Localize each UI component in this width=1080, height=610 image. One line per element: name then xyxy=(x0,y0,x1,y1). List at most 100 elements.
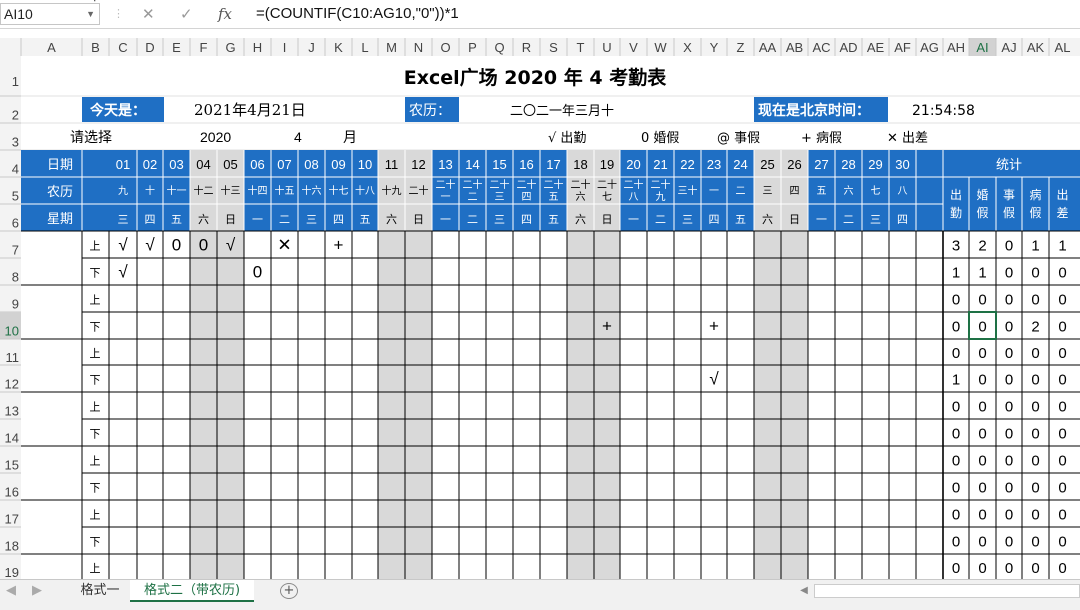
stat-value: 0 xyxy=(952,426,960,443)
stat-value: 0 xyxy=(1058,399,1066,416)
row-header-9[interactable]: 9 xyxy=(12,297,19,312)
column-header-AB[interactable]: AB xyxy=(786,40,803,55)
attendance-mark[interactable]: √ xyxy=(226,236,236,255)
row-header-1[interactable]: 1 xyxy=(12,74,19,89)
column-header-AF[interactable]: AF xyxy=(894,40,911,55)
column-header-AJ[interactable]: AJ xyxy=(1001,40,1016,55)
column-header-B[interactable]: B xyxy=(91,40,100,55)
sheet-tab-format1[interactable]: 格式一 xyxy=(74,580,126,602)
column-header-AE[interactable]: AE xyxy=(867,40,885,55)
row-header-14[interactable]: 14 xyxy=(5,431,19,446)
column-header-R[interactable]: R xyxy=(522,40,531,55)
column-header-F[interactable]: F xyxy=(200,40,208,55)
half-day-label: 上 xyxy=(90,455,101,468)
column-header-D[interactable]: D xyxy=(145,40,154,55)
row-header-5[interactable]: 5 xyxy=(12,189,19,204)
column-header-Y[interactable]: Y xyxy=(710,40,719,55)
column-header-T[interactable]: T xyxy=(577,40,585,55)
legend-item: + 病假 xyxy=(801,131,842,146)
row-header-16[interactable]: 16 xyxy=(5,485,19,500)
stats-subheader: 假 xyxy=(976,206,988,220)
day-number: 26 xyxy=(787,157,801,172)
column-header-AI[interactable]: AI xyxy=(976,40,988,55)
column-header-P[interactable]: P xyxy=(468,40,477,55)
lunar-day: 七 xyxy=(871,185,881,197)
stat-value: 0 xyxy=(952,560,960,577)
weekend-column xyxy=(781,231,808,580)
lunar-day: 九 xyxy=(656,191,666,203)
attendance-mark[interactable]: ✕ xyxy=(277,236,291,255)
add-sheet-icon[interactable]: + xyxy=(280,583,298,599)
column-header-AK[interactable]: AK xyxy=(1027,40,1045,55)
row-header-2[interactable]: 2 xyxy=(12,108,19,123)
column-header-AD[interactable]: AD xyxy=(839,40,857,55)
attendance-mark[interactable]: 0 xyxy=(253,263,262,282)
column-header-M[interactable]: M xyxy=(386,40,397,55)
column-header-W[interactable]: W xyxy=(654,40,667,55)
stat-value: 0 xyxy=(1005,453,1013,470)
column-header-C[interactable]: C xyxy=(118,40,127,55)
row-header-15[interactable]: 15 xyxy=(5,458,19,473)
column-header-S[interactable]: S xyxy=(549,40,558,55)
column-header-L[interactable]: L xyxy=(361,40,368,55)
attendance-mark[interactable]: + xyxy=(602,317,612,336)
row-header-8[interactable]: 8 xyxy=(12,270,19,285)
sheet-tab-format2[interactable]: 格式二（带农历) xyxy=(130,580,254,602)
column-header-G[interactable]: G xyxy=(225,40,235,55)
prev-sheet-icon[interactable]: ◀ xyxy=(4,580,18,602)
column-header-N[interactable]: N xyxy=(414,40,423,55)
attendance-mark[interactable]: 0 xyxy=(199,236,208,255)
lunar-day: 十四 xyxy=(248,184,268,197)
spreadsheet-grid[interactable]: A B C D E F G H I J K L M N O P Q R S T U V W X Y Z AA AB AC AD AE AF AG… xyxy=(0,0,1080,610)
lunar-day: 十三 xyxy=(221,184,241,197)
column-header-AH[interactable]: AH xyxy=(947,40,965,55)
next-sheet-icon[interactable]: ▶ xyxy=(30,580,44,602)
row-header-6[interactable]: 6 xyxy=(12,216,19,231)
row-header-11[interactable]: 11 xyxy=(6,350,20,365)
column-header-A[interactable]: A xyxy=(47,40,56,55)
row-header-4[interactable]: 4 xyxy=(12,162,19,177)
scroll-left-icon[interactable]: ◀ xyxy=(798,580,810,602)
attendance-mark[interactable]: √ xyxy=(118,263,128,282)
column-header-H[interactable]: H xyxy=(253,40,262,55)
row-header-3[interactable]: 3 xyxy=(12,135,19,150)
weekday: 二 xyxy=(655,213,666,226)
row-header-13[interactable]: 13 xyxy=(5,404,19,419)
column-header-AC[interactable]: AC xyxy=(812,40,830,55)
column-header-O[interactable]: O xyxy=(440,40,450,55)
row-header-19[interactable]: 19 xyxy=(5,565,19,580)
attendance-mark[interactable]: 0 xyxy=(172,236,181,255)
attendance-mark[interactable]: √ xyxy=(709,370,719,389)
column-header-I[interactable]: I xyxy=(283,40,287,55)
lunar-day: 十 xyxy=(145,184,155,197)
day-number: 02 xyxy=(143,157,157,172)
horizontal-scrollbar[interactable] xyxy=(814,584,1080,598)
column-header-J[interactable]: J xyxy=(308,40,315,55)
row-header-18[interactable]: 18 xyxy=(5,539,19,554)
stat-value: 1 xyxy=(1031,238,1039,255)
attendance-mark[interactable]: + xyxy=(709,317,719,336)
month-select[interactable]: 4 xyxy=(294,129,302,145)
year-select[interactable]: 2020 xyxy=(200,129,231,145)
row-header-12[interactable]: 12 xyxy=(5,377,19,392)
column-header-Z[interactable]: Z xyxy=(737,40,745,55)
column-header-AL[interactable]: AL xyxy=(1055,40,1071,55)
column-header-U[interactable]: U xyxy=(602,40,611,55)
column-header-K[interactable]: K xyxy=(334,40,343,55)
column-header-X[interactable]: X xyxy=(683,40,692,55)
stat-value: 0 xyxy=(1005,238,1013,255)
attendance-mark[interactable]: √ xyxy=(145,236,155,255)
row-header-10[interactable]: 10 xyxy=(5,324,19,339)
day-number: 03 xyxy=(169,157,183,172)
column-header-V[interactable]: V xyxy=(629,40,638,55)
row-header-17[interactable]: 17 xyxy=(5,512,19,527)
attendance-mark[interactable]: + xyxy=(334,236,344,255)
column-header-AG[interactable]: AG xyxy=(920,40,939,55)
lunar-day: 二十 xyxy=(436,178,456,191)
attendance-mark[interactable]: √ xyxy=(118,236,128,255)
column-header-Q[interactable]: Q xyxy=(494,40,504,55)
lunar-header: 农历 xyxy=(47,185,73,200)
column-header-AA[interactable]: AA xyxy=(759,40,777,55)
column-header-E[interactable]: E xyxy=(172,40,181,55)
row-header-7[interactable]: 7 xyxy=(12,243,19,258)
